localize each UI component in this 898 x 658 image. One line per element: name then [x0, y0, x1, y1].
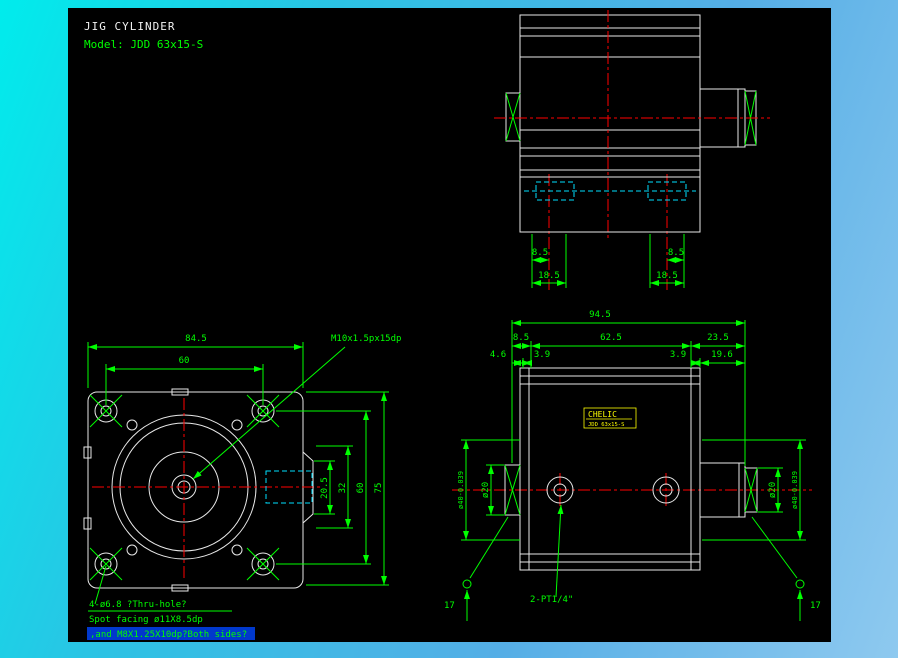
dim-17-left-label: 17: [444, 601, 455, 611]
front-view-notes: 4-ø6.8 ?Thru-hole? Spot facing ø11X8.5dp…: [87, 566, 255, 640]
cad-drawing: JIG CYLINDER Model: JDD 63x15-S: [0, 0, 898, 658]
dim-4-6-label: 4.6: [490, 350, 506, 360]
front-view-centerlines: [92, 398, 320, 578]
note-spot-facing: Spot facing ø11X8.5dp: [89, 615, 203, 625]
brand-name-label: CHELIC: [588, 410, 617, 419]
top-view-dimensions: 8.5 8.5 18.5 18.5: [532, 234, 684, 288]
dim-23-5-label: 23.5: [707, 333, 729, 343]
dim-port-left-label: ø20: [481, 482, 491, 498]
dim-19-6-label: 19.6: [711, 350, 733, 360]
dim-17-right-label: 17: [810, 601, 821, 611]
dim-60-top-label: 60: [179, 356, 190, 366]
side-view: CHELIC JDD 63x15-S 94: [444, 310, 821, 621]
side-view-centerline: [452, 473, 812, 507]
top-view-body-outline: [520, 15, 700, 170]
drawing-model: Model: JDD 63x15-S: [84, 38, 203, 51]
front-view: 84.5 60 20.5 32 60 75 M10x1.5px15dp: [84, 334, 401, 640]
dim-8-5-label: 8.5: [513, 333, 529, 343]
dim-8-5-right-label: 8.5: [668, 248, 684, 258]
side-view-brand-plate: CHELIC JDD 63x15-S: [584, 408, 636, 428]
dim-94-5-label: 94.5: [589, 310, 611, 320]
brand-model-label: JDD 63x15-S: [588, 422, 624, 428]
dim-rod-left-label: ø40-0.039: [457, 471, 465, 509]
side-view-leaders: 17 17 2-PT1/4": [444, 505, 821, 621]
thread-callout-label: M10x1.5px15dp: [331, 334, 401, 344]
dim-18-5-right-label: 18.5: [656, 271, 678, 281]
dim-3-9-right-label: 3.9: [670, 350, 686, 360]
front-view-thread-callout: M10x1.5px15dp: [193, 334, 401, 479]
dim-rod-right-label: ø40-0.039: [791, 471, 799, 509]
dim-75-label: 75: [374, 483, 384, 494]
top-view: 8.5 8.5 18.5 18.5: [494, 10, 770, 290]
dim-port-right-label: ø20: [768, 482, 778, 498]
front-view-dimensions: 84.5 60 20.5 32 60 75: [88, 334, 389, 585]
side-view-body-outline: [520, 368, 700, 570]
dim-3-9-left-label: 3.9: [534, 350, 550, 360]
drawing-header: JIG CYLINDER Model: JDD 63x15-S: [84, 20, 203, 51]
drawing-title: JIG CYLINDER: [84, 20, 175, 33]
dim-20-5-label: 20.5: [320, 477, 330, 499]
side-view-dimensions-top: 94.5 8.5 62.5 23.5 4.6 3.9 3.9 19.6: [490, 310, 745, 466]
dim-32-label: 32: [338, 483, 348, 494]
top-view-flange-section: [520, 170, 700, 232]
dim-8-5-left-label: 8.5: [532, 248, 548, 258]
dim-84-5-label: 84.5: [185, 334, 207, 344]
note-thru-hole: 4-ø6.8 ?Thru-hole?: [89, 600, 187, 610]
top-view-port-boss: [506, 93, 520, 141]
port-callout-label: 2-PT1/4": [530, 595, 573, 605]
dim-62-5-label: 62.5: [600, 333, 622, 343]
dim-60-right-label: 60: [356, 483, 366, 494]
dim-18-5-left-label: 18.5: [538, 271, 560, 281]
note-thread-both-sides: ,and M8X1.25X10dp?Both sides?: [90, 630, 247, 640]
